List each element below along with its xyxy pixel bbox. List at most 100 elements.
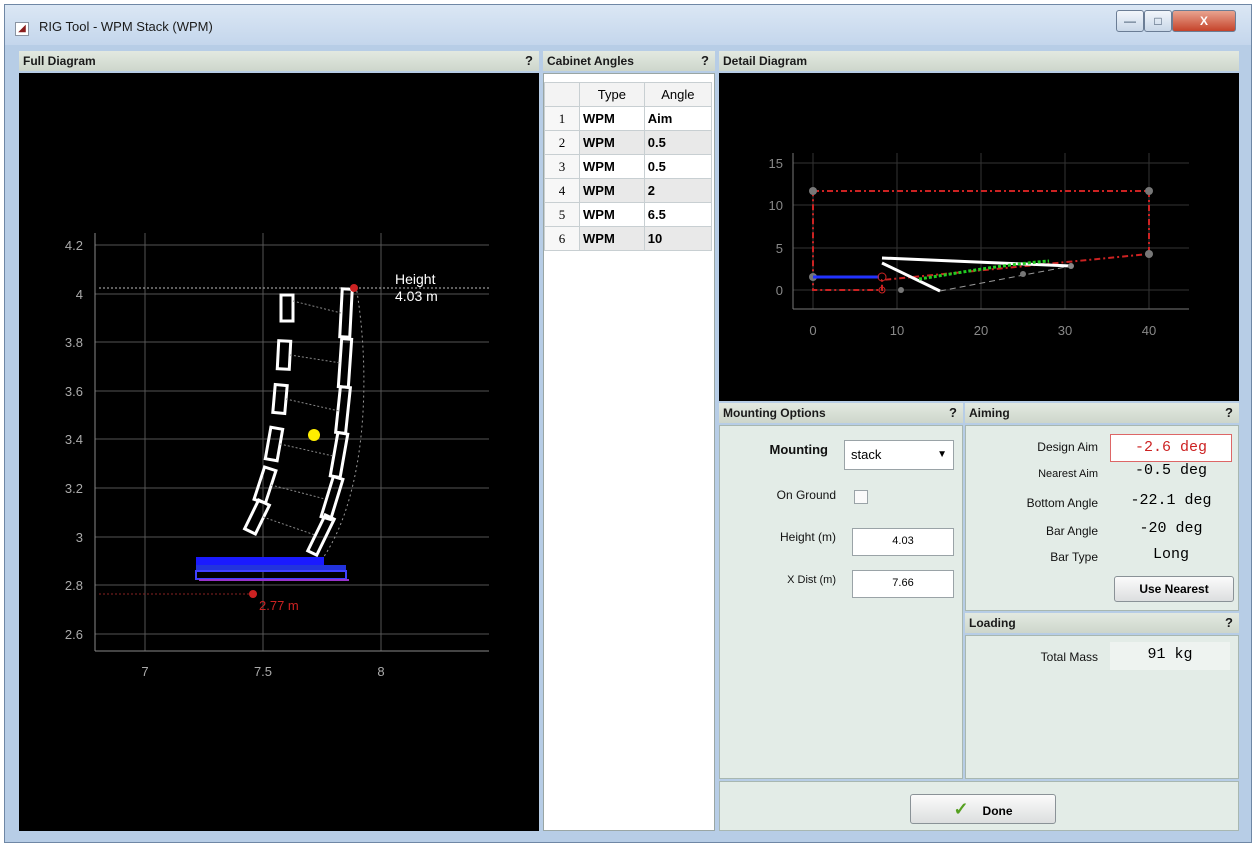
aiming-help-icon[interactable]: ? — [1225, 403, 1233, 423]
detail-diagram-header: Detail Diagram — [719, 51, 1239, 71]
title-bar: ◢ RIG Tool - WPM Stack (WPM) — □ X — [5, 5, 1251, 45]
bottom-angle-label: Bottom Angle — [1026, 496, 1098, 510]
table-row[interactable]: 2 WPM 0.5 — [544, 130, 713, 155]
full-ytick: 3.6 — [65, 384, 83, 399]
maximize-button[interactable]: □ — [1144, 10, 1172, 32]
table-row[interactable]: 1 WPM Aim — [544, 106, 713, 131]
cabinet-angle-cell[interactable]: 10 — [643, 226, 713, 251]
cabinet-angles-help-icon[interactable]: ? — [701, 51, 709, 71]
total-mass-value: 91 kg — [1110, 642, 1230, 670]
mounting-select[interactable]: stack ▼ — [844, 440, 954, 470]
cabinet-back-stack — [242, 293, 295, 537]
cabinet-angle-cell[interactable]: 2 — [643, 178, 713, 203]
bottom-angle-value: -22.1 deg — [1130, 492, 1212, 509]
cabinet-angle-cell[interactable]: 0.5 — [643, 154, 713, 179]
row-number: 4 — [544, 178, 580, 203]
x-dist-label: X Dist (m) — [787, 574, 836, 586]
full-ytick: 3.2 — [65, 481, 83, 496]
top-coverage-line — [881, 256, 1072, 268]
detail-xtick: 20 — [974, 323, 988, 338]
mounting-options-help-icon[interactable]: ? — [949, 403, 957, 423]
cabinet-angles-header: Cabinet Angles ? — [543, 51, 715, 71]
full-ytick: 3.4 — [65, 432, 83, 447]
floor-dash-line — [939, 265, 1072, 292]
aiming-panel: Design Aim -2.6 deg Nearest Aim -0.5 deg… — [965, 425, 1239, 611]
table-row[interactable]: 4 WPM 2 — [544, 178, 713, 203]
detail-grid — [793, 153, 1189, 309]
loading-help-icon[interactable]: ? — [1225, 613, 1233, 633]
cabinet-table: Type Angle 1 WPM Aim 2 WPM 0.5 3 WPM 0.5… — [544, 82, 713, 251]
table-row[interactable]: 5 WPM 6.5 — [544, 202, 713, 227]
row-number: 3 — [544, 154, 580, 179]
detail-ytick: 5 — [776, 241, 783, 256]
cabinet — [336, 337, 354, 389]
height-value-label: 4.03 m — [395, 288, 438, 304]
aim-point — [1020, 271, 1026, 277]
aiming-title: Aiming — [969, 406, 1010, 420]
cabinet-type-cell[interactable]: WPM — [579, 226, 645, 251]
cabinet-angle-cell[interactable]: 6.5 — [643, 202, 713, 227]
table-header-row: Type Angle — [544, 82, 713, 107]
height-label: Height (m) — [779, 530, 836, 544]
window-title: RIG Tool - WPM Stack (WPM) — [39, 19, 213, 34]
bar-type-value: Long — [1152, 546, 1189, 563]
nearest-aim-label: Nearest Aim — [1038, 468, 1098, 480]
mounting-select-value: stack — [851, 447, 882, 462]
table-row[interactable]: 6 WPM 10 — [544, 226, 713, 251]
chevron-down-icon[interactable]: ▼ — [937, 441, 947, 469]
minimize-button[interactable]: — — [1116, 10, 1144, 32]
loading-title: Loading — [969, 616, 1016, 630]
column-header-angle: Angle — [643, 82, 713, 107]
detail-xtick: 10 — [890, 323, 904, 338]
cabinet-angle-cell[interactable]: 0.5 — [643, 130, 713, 155]
full-ytick: 2.8 — [65, 578, 83, 593]
table-row[interactable]: 3 WPM 0.5 — [544, 154, 713, 179]
height-input[interactable]: 4.03 — [852, 528, 954, 556]
full-diagram-help-icon[interactable]: ? — [525, 51, 533, 71]
x-dist-input[interactable]: 7.66 — [852, 570, 954, 598]
full-xtick: 7.5 — [254, 664, 272, 679]
on-ground-checkbox[interactable] — [854, 490, 868, 504]
full-ytick: 4 — [76, 287, 83, 302]
close-button[interactable]: X — [1172, 10, 1236, 32]
full-xtick: 8 — [377, 664, 384, 679]
done-button[interactable]: ✓ Done — [910, 794, 1056, 824]
detail-diagram-panel: 15 10 5 0 0 10 20 30 40 — [719, 73, 1239, 401]
cabinet-angle-cell[interactable]: Aim — [643, 106, 713, 131]
full-diagram-plot: 4.2 4 3.8 3.6 3.4 3.2 3 2.8 2.6 7 7.5 8 … — [65, 233, 489, 679]
checkmark-icon: ✓ — [953, 799, 969, 819]
row-number: 5 — [544, 202, 580, 227]
mounting-options-panel: Mounting stack ▼ On Ground Height (m) 4.… — [719, 425, 963, 779]
done-label: Done — [982, 804, 1013, 818]
use-nearest-button[interactable]: Use Nearest — [1114, 576, 1234, 602]
action-bar: ✓ Done — [719, 781, 1239, 831]
matlab-figure-icon: ◢ — [15, 22, 29, 36]
full-diagram-header: Full Diagram ? — [19, 51, 539, 71]
design-aim-label: Design Aim — [1037, 440, 1098, 454]
cabinet-angles-table[interactable]: Type Angle 1 WPM Aim 2 WPM 0.5 3 WPM 0.5… — [543, 73, 715, 831]
top-marker — [350, 284, 358, 292]
column-header-type: Type — [579, 82, 645, 107]
base-plate — [196, 557, 324, 565]
bottom-height-label: 2.77 m — [259, 598, 299, 613]
cabinet-type-cell[interactable]: WPM — [579, 154, 645, 179]
full-ytick: 4.2 — [65, 238, 83, 253]
detail-diagram-plot: 15 10 5 0 0 10 20 30 40 — [769, 153, 1189, 338]
mounting-label: Mounting — [769, 442, 828, 457]
cabinet-stack — [305, 287, 354, 558]
loading-header: Loading ? — [965, 613, 1239, 633]
cabinet-type-cell[interactable]: WPM — [579, 130, 645, 155]
detail-ytick: 10 — [769, 198, 783, 213]
cabinet — [319, 474, 345, 522]
cabinet-type-cell[interactable]: WPM — [579, 202, 645, 227]
center-of-mass-marker — [308, 429, 320, 441]
cabinet-type-cell[interactable]: WPM — [579, 106, 645, 131]
cabinet-back — [279, 293, 295, 323]
full-diagram-panel: 4.2 4 3.8 3.6 3.4 3.2 3 2.8 2.6 7 7.5 8 … — [19, 73, 539, 831]
detail-ytick: 0 — [776, 283, 783, 298]
cabinet-type-cell[interactable]: WPM — [579, 178, 645, 203]
loading-panel: Total Mass 91 kg — [965, 635, 1239, 779]
full-xtick: 7 — [141, 664, 148, 679]
row-number: 2 — [544, 130, 580, 155]
height-label: Height — [395, 271, 436, 287]
